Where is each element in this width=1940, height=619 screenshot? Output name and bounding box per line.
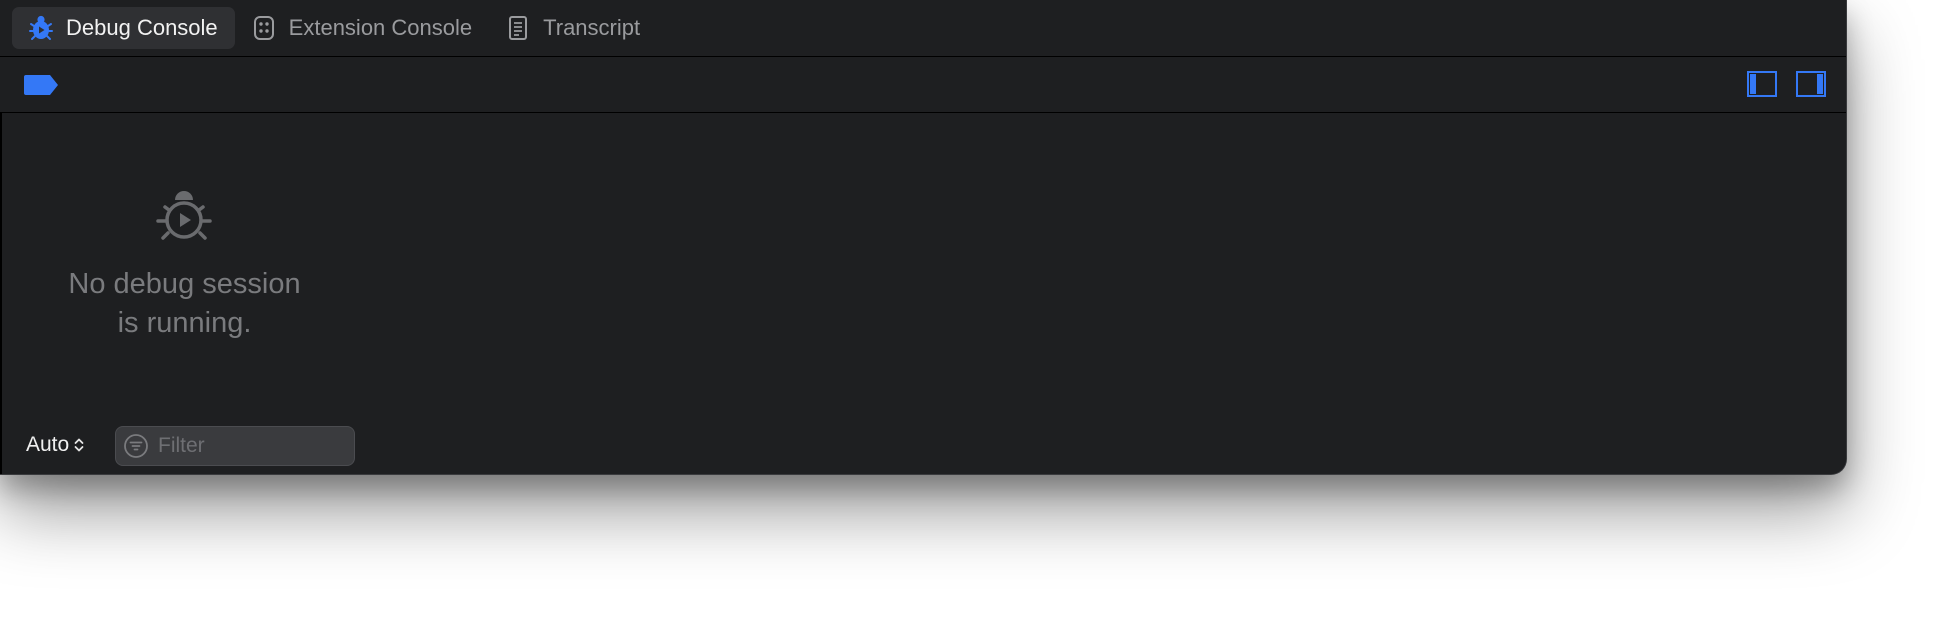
variables-sidebar: No debug session is running. Auto <box>0 113 369 474</box>
scope-select[interactable]: Auto <box>26 433 85 457</box>
filter-field[interactable] <box>115 426 355 466</box>
tab-bar: Debug Console Extension Console Transcri… <box>0 0 1846 57</box>
sidebar-right-icon[interactable] <box>1796 71 1826 97</box>
bug-play-icon <box>156 191 212 240</box>
empty-message-line1: No debug session <box>68 268 301 300</box>
tab-extension-console[interactable]: Extension Console <box>235 7 489 49</box>
document-icon <box>504 14 532 42</box>
tab-transcript[interactable]: Transcript <box>489 7 657 49</box>
empty-message-line2: is running. <box>117 307 252 339</box>
empty-state-message: No debug session is running. <box>2 265 367 343</box>
tab-debug-console[interactable]: Debug Console <box>12 7 235 49</box>
tab-label: Transcript <box>543 15 641 40</box>
console-toolbar <box>0 57 1846 113</box>
sidebar-left-icon[interactable] <box>1747 71 1777 97</box>
filter-input[interactable] <box>156 433 350 459</box>
bug-play-icon <box>27 14 55 42</box>
tab-label: Extension Console <box>288 15 473 40</box>
chevron-updown-icon <box>74 438 84 452</box>
filter-icon <box>124 434 148 458</box>
tag-icon[interactable] <box>22 74 60 96</box>
scope-select-value: Auto <box>26 433 70 456</box>
extension-icon <box>250 14 278 42</box>
tab-label: Debug Console <box>66 15 218 40</box>
console-content: No debug session is running. Auto <box>0 113 1846 474</box>
console-window: Debug Console Extension Console Transcri… <box>0 0 1847 475</box>
console-output-pane[interactable] <box>367 113 1846 474</box>
